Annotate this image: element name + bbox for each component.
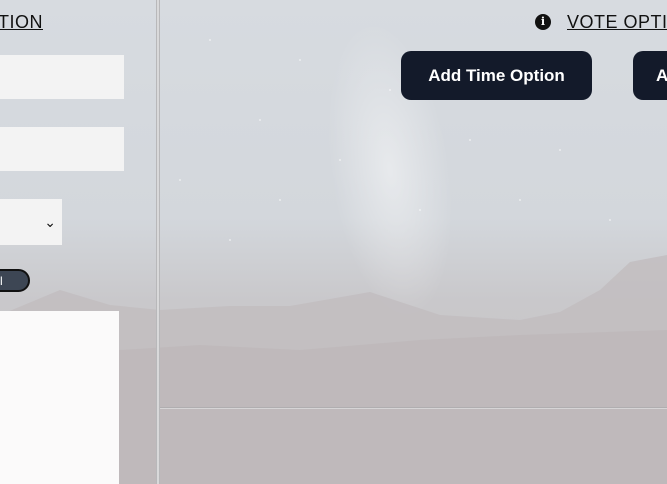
add-time-option-label: Add Time Option bbox=[428, 65, 565, 85]
add-option-button[interactable]: A bbox=[633, 51, 667, 100]
left-panel: TION er ⌄ l bbox=[0, 0, 156, 484]
add-option-button-label: A bbox=[656, 65, 667, 85]
option-input-2[interactable] bbox=[0, 127, 124, 171]
pill-button-label: l bbox=[0, 273, 3, 288]
vote-option-link[interactable]: VOTE OPTIO bbox=[567, 11, 667, 33]
add-time-option-button[interactable]: Add Time Option bbox=[401, 51, 592, 100]
pill-button[interactable]: l bbox=[0, 269, 30, 292]
vertical-divider[interactable] bbox=[156, 0, 160, 484]
content-panel bbox=[0, 311, 119, 484]
option-select-value: er bbox=[0, 215, 44, 230]
horizontal-divider bbox=[160, 407, 667, 409]
chevron-down-icon: ⌄ bbox=[44, 213, 56, 230]
option-select[interactable]: er ⌄ bbox=[0, 199, 62, 245]
info-icon[interactable]: i bbox=[535, 14, 551, 30]
add-option-link[interactable]: TION bbox=[0, 11, 43, 33]
option-input-1[interactable] bbox=[0, 55, 124, 99]
